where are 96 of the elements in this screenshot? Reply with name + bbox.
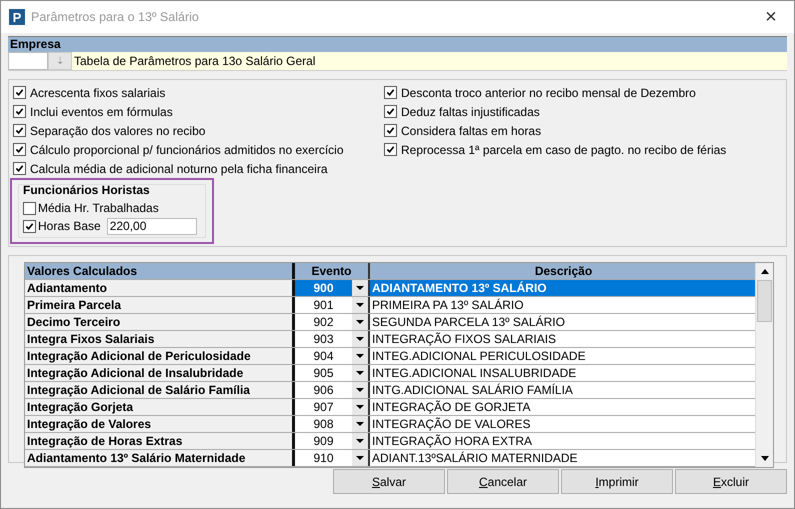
table-cell[interactable]: 907 [295,399,352,415]
caret-icon [356,456,364,460]
table-cell[interactable]: 903 [295,331,352,347]
table-cell: Integração Adicional de Salário Família [25,382,295,398]
dialog-button[interactable]: Excluir [675,469,787,494]
table-cell[interactable]: 904 [295,348,352,364]
scroll-down-icon[interactable] [760,456,768,461]
table-cell: Decimo Terceiro [25,314,295,330]
dialog-button[interactable]: Cancelar [447,469,559,494]
table-cell: Adiantamento 13º Salário Maternidade [25,450,295,466]
table-cell: Integração de Valores [25,416,295,432]
option-label: Deduz faltas injustificadas [401,104,540,118]
code-field[interactable] [8,52,48,70]
option-label: Média Hr. Trabalhadas [38,201,159,215]
table-cell[interactable]: INTEGRAÇÃO HORA EXTRA [370,433,755,449]
table-cell: Integra Fixos Salariais [25,331,295,347]
dialog-button[interactable]: Salvar [333,469,445,494]
scroll-thumb[interactable] [757,280,772,322]
dropdown-button[interactable] [352,433,370,449]
option-label: Considera faltas em horas [401,124,542,138]
table-cell: Integração de Horas Extras [25,433,295,449]
table-cell: Adiantamento [25,280,295,296]
table-cell[interactable]: 902 [295,314,352,330]
dropdown-button[interactable] [352,348,370,364]
table-cell[interactable]: INTEGRAÇÃO FIXOS SALARIAIS [370,331,755,347]
table-cell[interactable]: 905 [295,365,352,381]
checkbox[interactable] [384,124,397,137]
table-cell[interactable]: ADIANT.13ºSALÁRIO MATERNIDADE [370,450,755,466]
caret-icon [356,422,364,426]
table-cell[interactable]: 901 [295,297,352,313]
caret-icon [356,371,364,375]
option-label: Acrescenta fixos salariais [30,86,166,100]
table-cell[interactable]: INTEG.ADICIONAL PERICULOSIDADE [370,348,755,364]
dropdown-button[interactable] [352,382,370,398]
checkbox[interactable] [13,162,26,175]
dropdown-button[interactable] [352,331,370,347]
table-cell: Integração Gorjeta [25,399,295,415]
dropdown-button[interactable] [352,365,370,381]
checkbox[interactable] [13,86,26,99]
table-cell[interactable]: 900 [295,280,352,296]
table-cell: Integração Adicional de Insalubridade [25,365,295,381]
checkbox[interactable] [384,105,397,118]
option-label: Separação dos valores no recibo [30,124,206,138]
table-cell: Integração Adicional de Periculosidade [25,348,295,364]
option-label: Calcula média de adicional noturno pela ficha financeira [30,162,328,176]
caret-icon [356,286,364,290]
company-field[interactable]: Tabela de Parâmetros para 13o Salário Geral [72,52,787,70]
table-cell[interactable]: ADIANTAMENTO 13º SALÁRIO [370,280,755,296]
caret-icon [356,354,364,358]
dropdown-button[interactable] [352,450,370,466]
caret-icon [356,439,364,443]
caret-icon [356,337,364,341]
checkbox[interactable] [23,220,36,232]
option-label: Horas Base [38,219,101,233]
app-icon: P [9,9,25,25]
window-title: Parâmetros para o 13º Salário [31,10,200,24]
dropdown-button[interactable] [352,297,370,313]
table-cell[interactable]: 908 [295,416,352,432]
option-label: Reprocessa 1ª parcela em caso de pagto. no recibo de férias [401,142,726,156]
caret-icon [356,303,364,307]
checkbox[interactable] [384,143,397,156]
scroll-up-icon[interactable] [760,269,768,274]
dropdown-button[interactable] [352,399,370,415]
dropdown-button[interactable] [352,416,370,432]
option-label: Cálculo proporcional p/ funcionários admitidos no exercício [30,142,344,156]
column-header: Evento [295,263,370,279]
dialog-button[interactable]: Imprimir [561,469,673,494]
option-label: Inclui eventos em fórmulas [30,104,173,118]
caret-icon [356,388,364,392]
column-header: Valores Calculados [25,263,295,279]
column-header: Descrição [370,263,755,279]
scrollbar[interactable] [755,263,773,467]
table-cell: Primeira Parcela [25,297,295,313]
close-button[interactable]: × [748,6,794,28]
dropdown-button[interactable] [352,280,370,296]
checkbox[interactable] [13,105,26,118]
caret-icon [356,320,364,324]
table-cell[interactable]: INTEG.ADICIONAL INSALUBRIDADE [370,365,755,381]
table-cell[interactable]: 906 [295,382,352,398]
caret-icon [356,405,364,409]
table-cell[interactable]: PRIMEIRA PA 13º SALÁRIO [370,297,755,313]
group-title: Funcionários Horistas [23,183,151,199]
dropdown-button[interactable] [352,314,370,330]
table-cell[interactable]: SEGUNDA PARCELA 13º SALÁRIO [370,314,755,330]
table-cell[interactable]: 909 [295,433,352,449]
hours-field[interactable]: 220,00 [106,218,197,234]
section-header: Empresa [8,36,787,52]
table-cell[interactable]: INTG.ADICIONAL SALÁRIO FAMÍLIA [370,382,755,398]
checkbox[interactable] [13,143,26,156]
table-cell[interactable]: INTEGRAÇÃO DE VALORES [370,416,755,432]
checkbox[interactable] [13,124,26,137]
table-cell[interactable]: 910 [295,450,352,466]
checkbox[interactable] [384,86,397,99]
table-cell[interactable]: INTEGRAÇÃO DE GORJETA [370,399,755,415]
option-label: Desconta troco anterior no recibo mensal de Dezembro [401,86,696,100]
checkbox[interactable] [23,202,36,214]
